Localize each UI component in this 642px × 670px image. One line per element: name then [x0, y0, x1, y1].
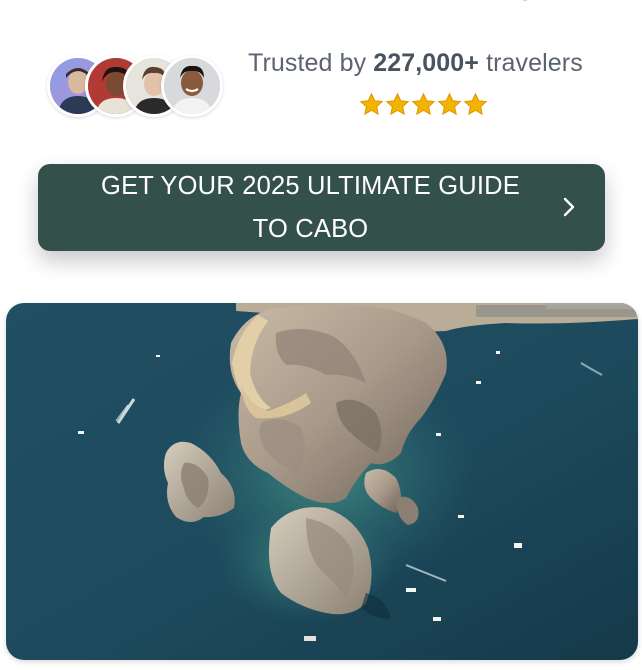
star-icon	[411, 92, 436, 117]
star-icon	[463, 92, 488, 117]
star-icon	[359, 92, 384, 117]
star-icon	[385, 92, 410, 117]
trust-suffix: travelers	[486, 49, 583, 77]
aerial-photo	[6, 303, 638, 660]
get-guide-button[interactable]: GET YOUR 2025 ULTIMATE GUIDE TO CABO	[38, 164, 605, 251]
avatar	[161, 55, 223, 117]
chevron-right-icon	[563, 197, 575, 217]
get-guide-button-label: GET YOUR 2025 ULTIMATE GUIDE TO CABO	[68, 164, 553, 251]
trust-prefix: Trusted by	[248, 49, 367, 77]
avatar-group	[47, 55, 227, 117]
cta-line-1: GET YOUR 2025 ULTIMATE GUIDE	[101, 171, 520, 200]
traveler-count: 227,000+	[373, 49, 480, 77]
cta-line-2: TO CABO	[252, 214, 369, 243]
social-proof: Trusted by 227,000+ travelers	[0, 0, 642, 150]
star-icon	[437, 92, 462, 117]
hero-image	[6, 303, 638, 660]
rating-stars	[359, 92, 488, 122]
trust-text: Trusted by 227,000+ travelers	[248, 46, 608, 80]
